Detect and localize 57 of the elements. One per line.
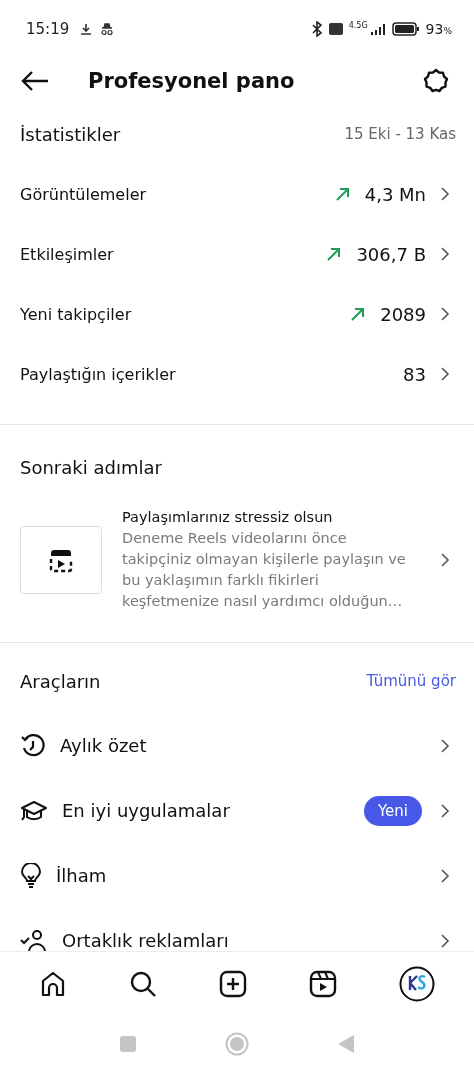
person-check-icon bbox=[20, 928, 48, 951]
date-range[interactable]: 15 Eki - 13 Kas bbox=[344, 125, 456, 143]
search-icon[interactable] bbox=[129, 970, 157, 998]
section-title: İstatistikler bbox=[20, 123, 121, 145]
statistic-row[interactable]: Etkileşimler 306,7 B bbox=[0, 224, 474, 284]
statistic-value: 306,7 B bbox=[356, 243, 426, 265]
see-all-link[interactable]: Tümünü gör bbox=[366, 672, 456, 690]
tool-label: Aylık özet bbox=[60, 735, 148, 756]
chevron-right-icon bbox=[440, 186, 450, 202]
card-title: Paylaşımlarınız stressiz olsun bbox=[122, 508, 334, 527]
tool-row[interactable]: Ortaklık reklamları bbox=[0, 908, 474, 951]
tool-row[interactable]: Aylık özet bbox=[0, 713, 474, 778]
lightbulb-icon bbox=[20, 862, 42, 889]
battery-icon bbox=[391, 22, 420, 36]
statistic-label: Yeni takipçiler bbox=[20, 304, 133, 324]
new-badge: Yeni bbox=[363, 795, 422, 826]
next-step-card[interactable]: Paylaşımlarınız stressiz olsun Deneme Reels videolarını önce takipçiniz olmayan kişilerle paylaşın ve bu yaklaşımın farklı fikirleri keşfetmenize nasıl yardımcı olduğun… bbox=[0, 497, 474, 622]
tool-row[interactable]: İlham bbox=[0, 843, 474, 908]
chevron-right-icon bbox=[440, 366, 450, 382]
statistic-label: Paylaştığın içerikler bbox=[20, 364, 177, 384]
page-title: Profesyonel pano bbox=[88, 69, 296, 93]
back-icon[interactable] bbox=[20, 70, 50, 92]
tool-label: En iyi uygulamalar bbox=[62, 800, 231, 821]
chevron-right-icon bbox=[440, 246, 450, 262]
battery-percent: 93% bbox=[425, 21, 452, 37]
statistic-row[interactable]: Görüntülemeler 4,3 Mn bbox=[0, 164, 474, 224]
tool-label: İlham bbox=[56, 865, 108, 886]
download-icon bbox=[79, 22, 94, 36]
reels-icon[interactable] bbox=[309, 970, 337, 998]
chevron-right-icon bbox=[440, 551, 450, 568]
status-time: 15:19 bbox=[26, 20, 70, 38]
section-title: Araçların bbox=[20, 670, 101, 692]
chevron-right-icon bbox=[440, 932, 450, 949]
statistic-value: 83 bbox=[403, 363, 426, 385]
statistic-value: 2089 bbox=[380, 303, 426, 325]
incognito-icon bbox=[99, 22, 116, 36]
section-title: Sonraki adımlar bbox=[20, 456, 162, 478]
chevron-right-icon bbox=[440, 306, 450, 322]
history-icon bbox=[20, 732, 46, 759]
home-icon[interactable] bbox=[39, 970, 67, 998]
tool-row[interactable]: En iyi uygulamalar Yeni bbox=[0, 778, 474, 843]
chevron-right-icon bbox=[440, 737, 450, 754]
settings-icon[interactable] bbox=[422, 67, 450, 95]
chevron-right-icon bbox=[440, 802, 450, 819]
tool-label: Ortaklık reklamları bbox=[62, 930, 230, 951]
statistic-label: Görüntülemeler bbox=[20, 184, 148, 204]
create-icon[interactable] bbox=[219, 970, 247, 998]
statistic-row[interactable]: Paylaştığın içerikler 83 bbox=[0, 344, 474, 404]
card-description: Deneme Reels videolarını önce takipçiniz olmayan kişilerle paylaşın ve bu yaklaşımın farklı fikirleri keşfetmenize nasıl yardımcı olduğun… bbox=[122, 529, 407, 611]
statistic-row[interactable]: Yeni takipçiler 2089 bbox=[0, 284, 474, 344]
signal-icon bbox=[369, 23, 386, 35]
network-label: 4.5G bbox=[348, 20, 368, 30]
statistic-label: Etkileşimler bbox=[20, 244, 115, 264]
statistic-value: 4,3 Mn bbox=[364, 183, 426, 205]
profile-avatar[interactable] bbox=[399, 966, 435, 1002]
bluetooth-icon bbox=[310, 21, 323, 37]
chevron-right-icon bbox=[440, 867, 450, 884]
